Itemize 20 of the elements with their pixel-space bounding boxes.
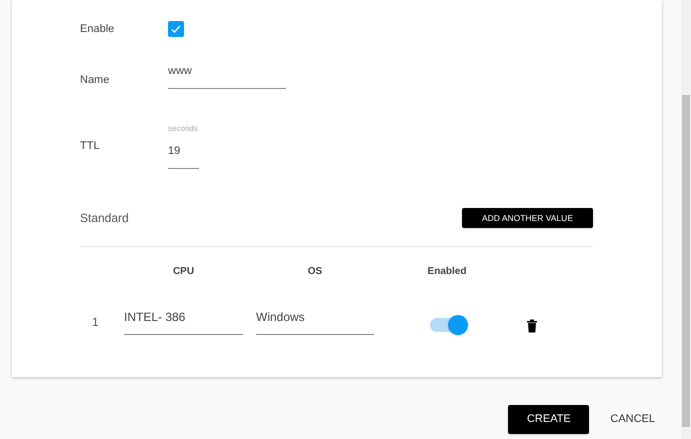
field-hint: seconds (168, 123, 199, 136)
create-button[interactable]: CREATE (508, 405, 590, 434)
name-field[interactable]: www (168, 62, 286, 90)
cpu-field[interactable]: INTEL- 386 (124, 308, 243, 335)
column-header: OS (306, 264, 324, 278)
section-title: Standard (80, 210, 129, 227)
column-header: Enabled (426, 264, 468, 278)
column-header: CPU (172, 264, 196, 278)
field-label: Name (80, 72, 110, 88)
row-index: 1 (91, 314, 100, 331)
add-value-button[interactable]: ADD ANOTHER VALUE (462, 208, 593, 228)
toggle-switch[interactable] (430, 315, 468, 335)
checkbox[interactable] (168, 21, 184, 37)
delete-icon[interactable] (526, 319, 538, 333)
ttl-field[interactable]: 19 (168, 143, 199, 169)
field-label: Enable (80, 22, 116, 37)
scrollbar[interactable] (681, 0, 691, 439)
os-field[interactable]: Windows (256, 308, 374, 335)
cancel-button[interactable]: CANCEL (610, 411, 655, 428)
field-label: TTL (80, 138, 101, 154)
